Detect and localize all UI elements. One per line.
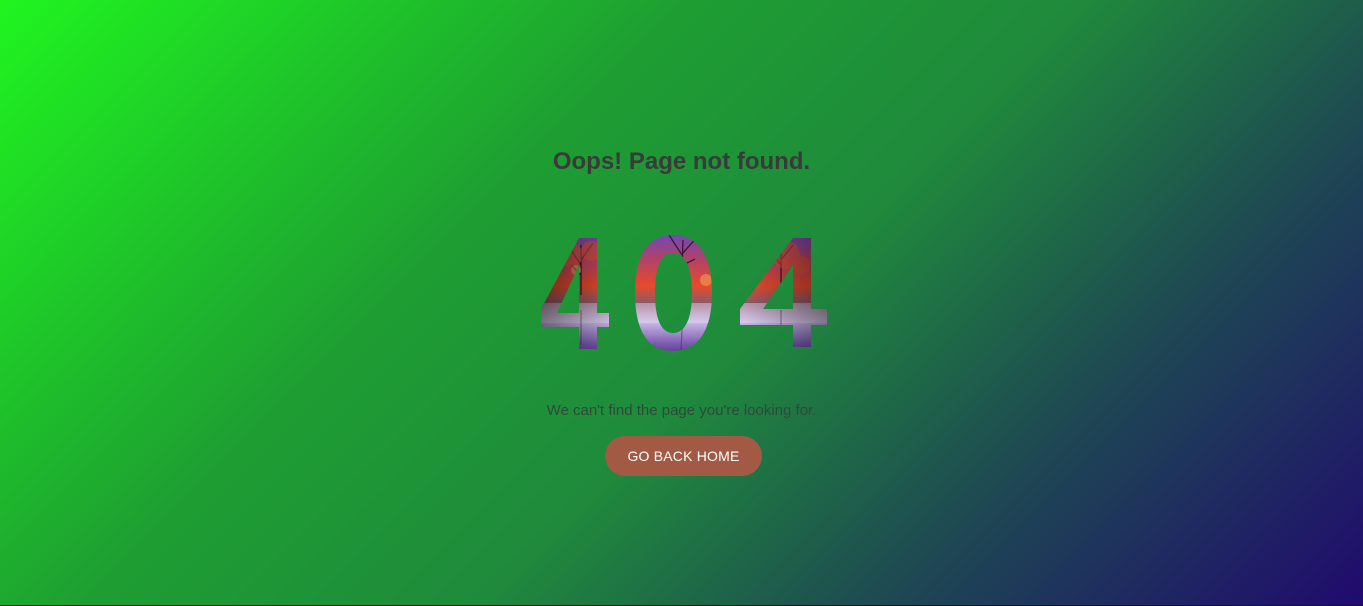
error-message: We can't find the page you're looking fo… — [546, 402, 817, 419]
digit-0 — [635, 235, 712, 351]
page-title: Oops! Page not found. — [552, 148, 811, 175]
error-page: Oops! Page not found. We can't find the … — [0, 0, 1363, 606]
error-code-graphic — [541, 235, 827, 351]
error-code-image-text — [531, 225, 836, 360]
digit-4-left — [541, 238, 609, 349]
go-back-home-button[interactable]: GO BACK HOME — [605, 436, 762, 476]
digit-4-right — [740, 238, 827, 347]
